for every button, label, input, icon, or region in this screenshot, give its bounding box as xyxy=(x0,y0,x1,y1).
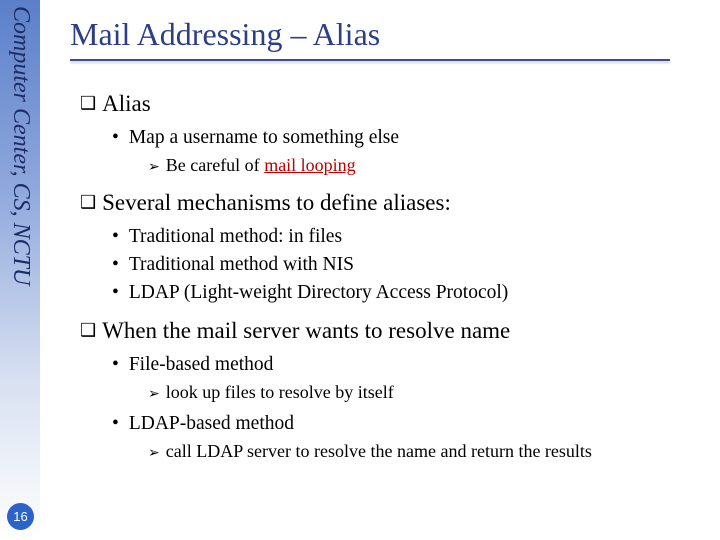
text: Traditional method: in files xyxy=(129,226,342,247)
text: Map a username to something else xyxy=(129,127,399,148)
dot-bullet-icon: • xyxy=(112,354,119,375)
bullet-ldap: • LDAP (Light-weight Directory Access Pro… xyxy=(112,282,700,304)
bullet-traditional-nis: • Traditional method with NIS xyxy=(112,254,700,276)
text: When the mail server wants to resolve na… xyxy=(102,318,510,343)
slide-title: Mail Addressing – Alias xyxy=(70,16,700,53)
dot-bullet-icon: • xyxy=(112,413,119,434)
bullet-map-username: • Map a username to something else xyxy=(112,127,700,149)
slide: Computer Center, CS, NCTU 16 Mail Addres… xyxy=(0,0,720,540)
text: Several mechanisms to define aliases: xyxy=(102,190,451,215)
triangle-bullet-icon: ➢ xyxy=(148,159,160,176)
bullet-call-ldap-server: ➢ call LDAP server to resolve the name an… xyxy=(148,441,700,462)
bullet-traditional-files: • Traditional method: in files xyxy=(112,226,700,248)
dot-bullet-icon: • xyxy=(112,127,119,148)
sidebar-label: Computer Center, CS, NCTU xyxy=(7,6,34,285)
dot-bullet-icon: • xyxy=(112,282,119,303)
text: Traditional method with NIS xyxy=(129,254,354,275)
text-prefix: Be careful of xyxy=(166,155,264,175)
text: File-based method xyxy=(129,354,274,375)
text-danger: mail looping xyxy=(264,155,356,175)
bullet-mail-looping: ➢ Be careful of mail looping xyxy=(148,155,700,176)
content-area: Mail Addressing – Alias ❑ Alias • Map a us… xyxy=(70,16,700,462)
text: LDAP-based method xyxy=(129,413,294,434)
text: LDAP (Light-weight Directory Access Prot… xyxy=(129,282,508,303)
sidebar-gradient: Computer Center, CS, NCTU xyxy=(0,0,40,540)
bullet-resolve-name: ❑ When the mail server wants to resolve n… xyxy=(80,318,700,344)
page-number-badge: 16 xyxy=(7,503,34,530)
bullet-alias: ❑ Alias xyxy=(80,91,700,117)
bullet-file-based: • File-based method xyxy=(112,354,700,376)
square-bullet-icon: ❑ xyxy=(80,320,96,341)
dot-bullet-icon: • xyxy=(112,254,119,275)
title-underline xyxy=(70,59,670,61)
square-bullet-icon: ❑ xyxy=(80,192,96,213)
square-bullet-icon: ❑ xyxy=(80,93,96,114)
text: look up files to resolve by itself xyxy=(166,382,394,402)
bullet-lookup-files: ➢ look up files to resolve by itself xyxy=(148,382,700,403)
triangle-bullet-icon: ➢ xyxy=(148,386,160,403)
triangle-bullet-icon: ➢ xyxy=(148,445,160,462)
bullet-mechanisms: ❑ Several mechanisms to define aliases: xyxy=(80,190,700,216)
dot-bullet-icon: • xyxy=(112,226,119,247)
text: call LDAP server to resolve the name and… xyxy=(166,441,592,461)
bullet-ldap-based: • LDAP-based method xyxy=(112,413,700,435)
text: Alias xyxy=(102,91,151,116)
